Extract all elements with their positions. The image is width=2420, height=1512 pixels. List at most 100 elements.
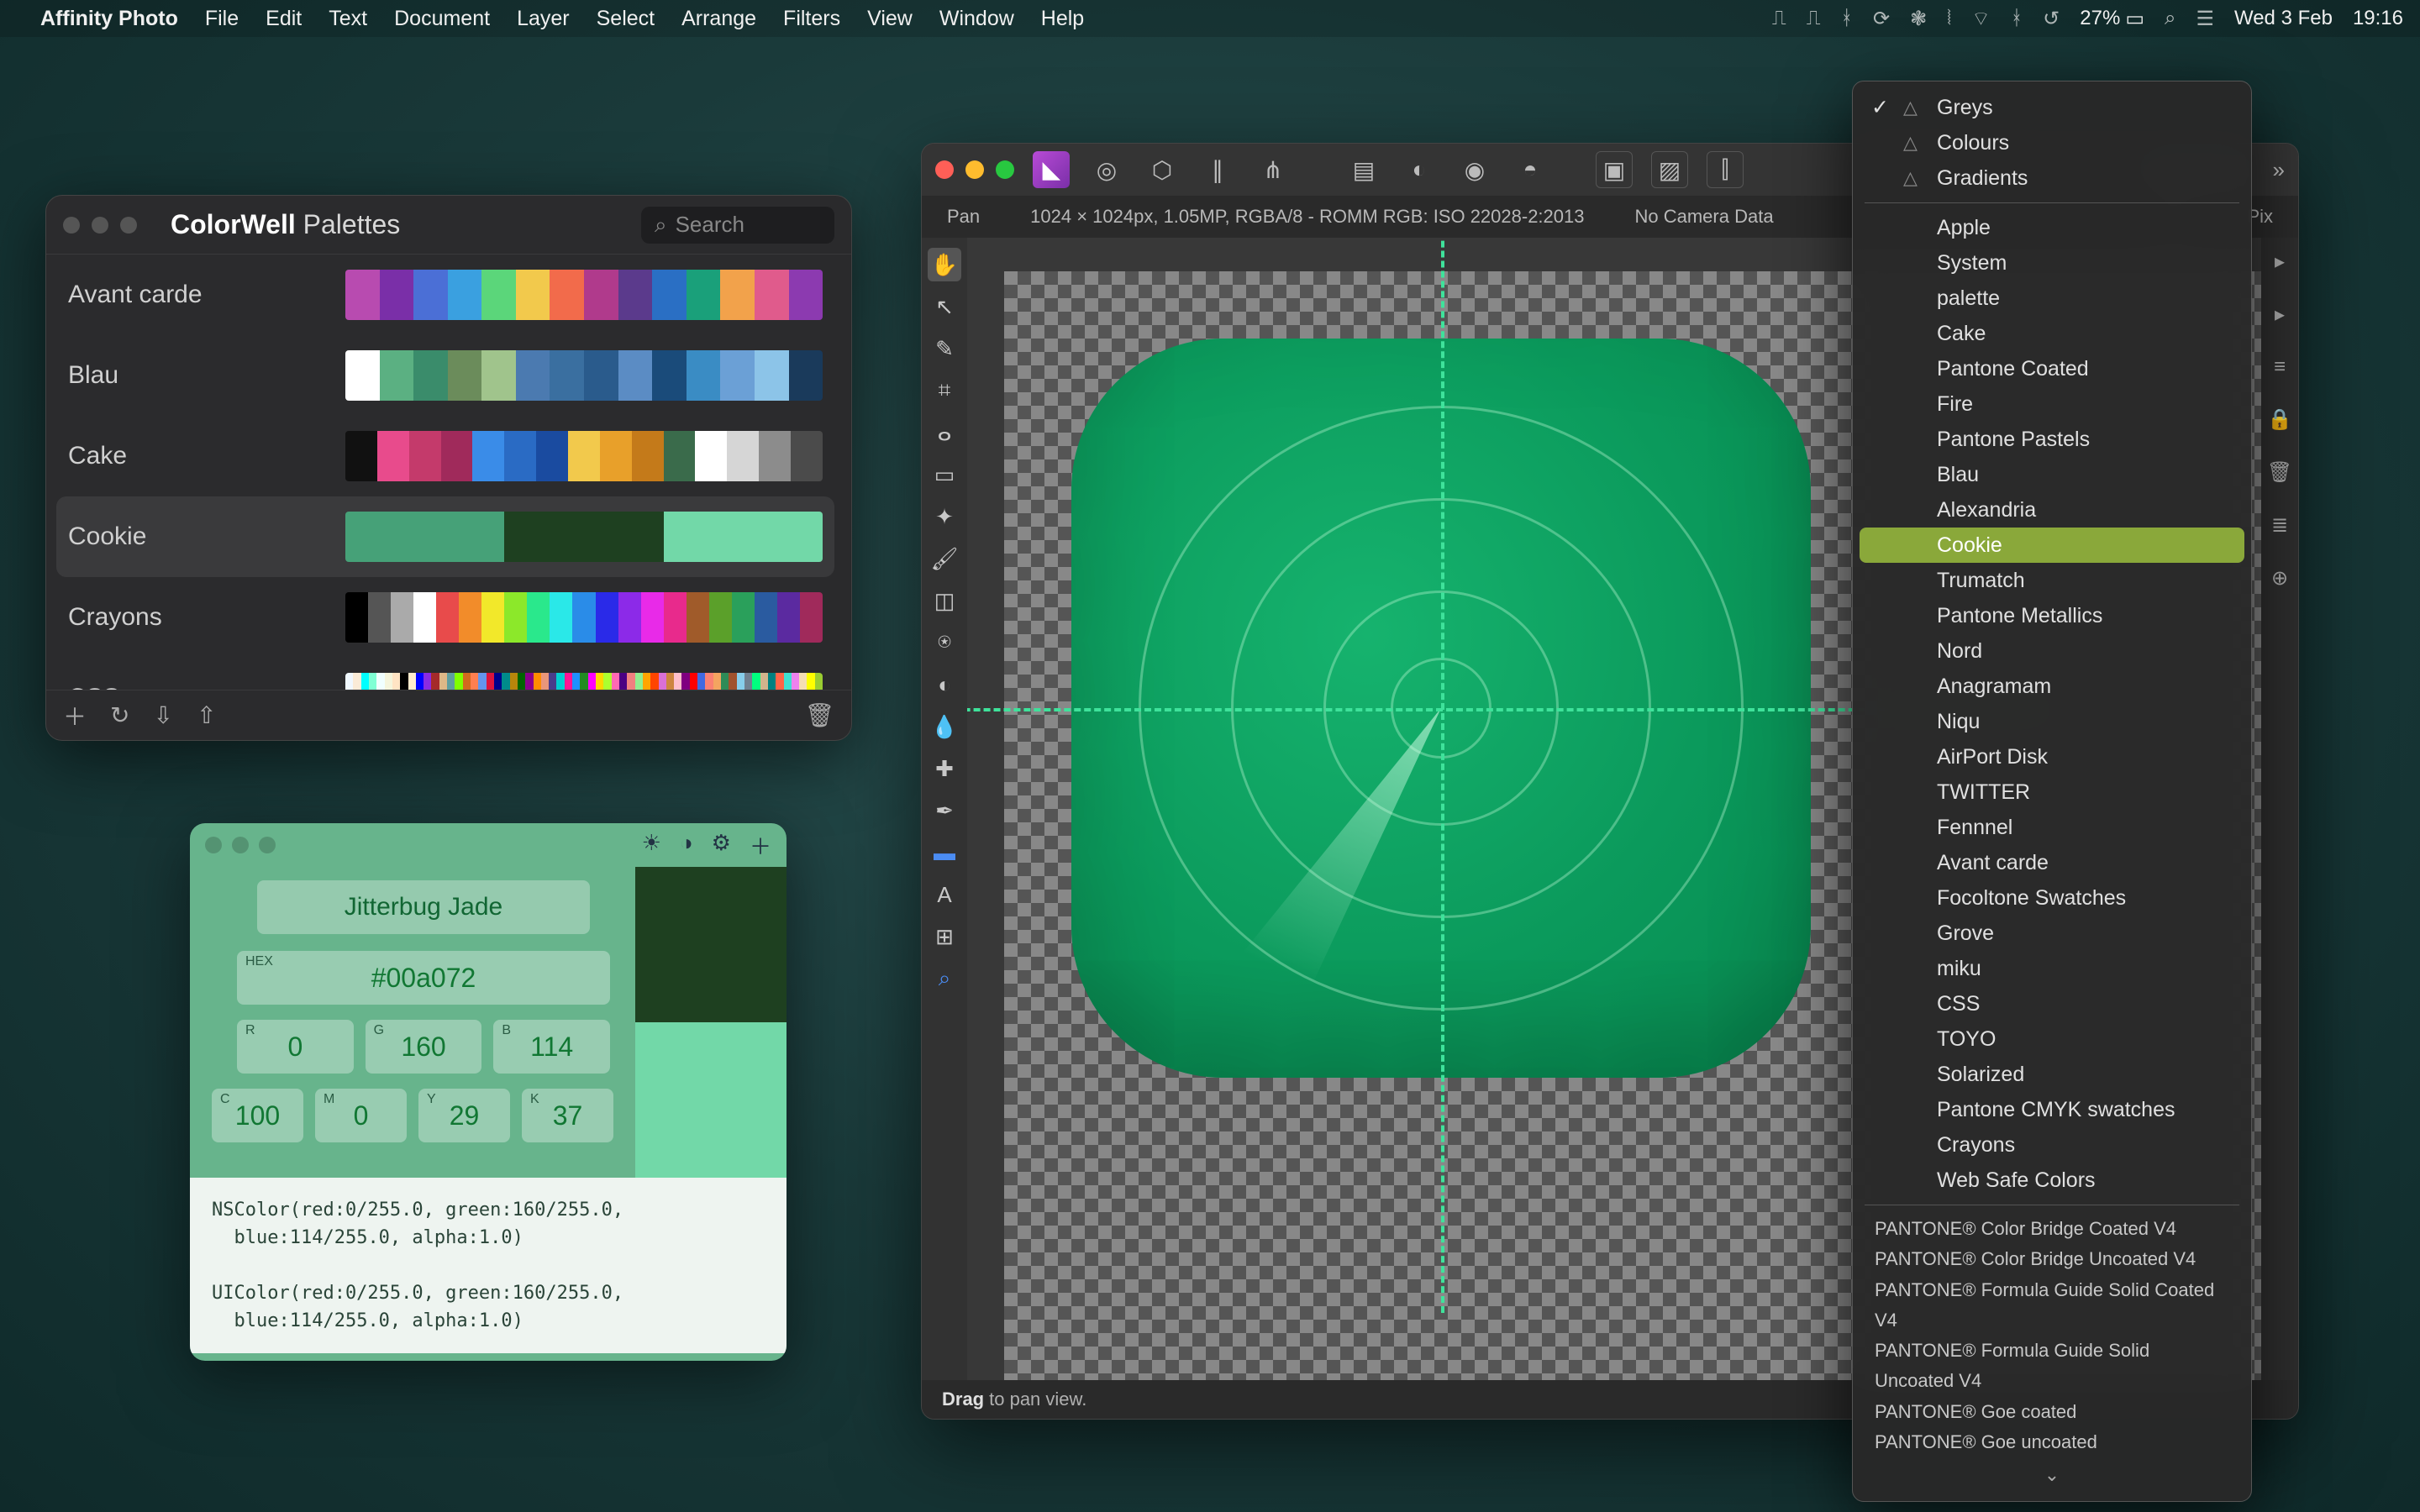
palette-row[interactable]: Blau [56,335,834,416]
levels-icon[interactable]: ⫿ [1707,151,1744,188]
dropdown-item[interactable]: ✓△Greys [1860,90,2244,125]
menu-window[interactable]: Window [939,7,1014,31]
pantone-item[interactable]: PANTONE® Goe uncoated [1875,1427,2229,1457]
persona-tone-icon[interactable]: ⋔ [1255,151,1292,188]
erase-tool[interactable]: ◫ [928,584,961,617]
text-tool[interactable]: A [928,878,961,911]
minimize-button[interactable] [92,217,108,234]
persona-develop-icon[interactable]: ∥ [1199,151,1236,188]
persona-photo-icon[interactable]: ◎ [1088,151,1125,188]
palette-row[interactable]: Cookie [56,496,834,577]
healing-tool[interactable]: ✚ [928,752,961,785]
export-button[interactable]: ⇧ [197,701,216,729]
selection-brush-tool[interactable]: ⴰ [928,416,961,449]
close-button[interactable] [63,217,80,234]
refresh-button[interactable]: ↻ [110,701,129,729]
contrast-icon[interactable]: ◐ [1401,151,1438,188]
panel-toggle-icon[interactable]: ▸ [2275,249,2285,274]
toolbar-overflow-icon[interactable]: » [2273,157,2285,183]
dropdown-item[interactable]: Avant carde [1860,845,2244,880]
minimize-button[interactable] [965,160,984,179]
bluetooth-icon[interactable]: ᚼ [2011,7,2023,30]
menu-view[interactable]: View [867,7,913,31]
colorwell-detail-titlebar[interactable]: ☀ ◑ ⚙ ＋ [190,823,786,867]
guide-vertical[interactable] [1441,238,1444,1313]
sync2-icon[interactable]: ❃ [1910,7,1927,31]
panel-toggle-icon[interactable]: ⊕ [2271,566,2288,591]
marquee-icon[interactable]: ▣ [1596,151,1633,188]
dropdown-item[interactable]: △Colours [1860,125,2244,160]
swatches-icon[interactable]: ▤ [1345,151,1382,188]
dropdown-item[interactable]: Pantone Pastels [1860,422,2244,457]
blur-tool[interactable]: 💧 [928,710,961,743]
menubar-time[interactable]: 19:16 [2353,7,2403,30]
menu-arrange[interactable]: Arrange [681,7,756,31]
menubar-extra-icon[interactable]: ⎍ [1772,7,1786,30]
dropdown-item[interactable]: miku [1860,951,2244,986]
dropdown-item[interactable]: Cookie [1860,528,2244,563]
palette-row[interactable]: Cake [56,416,834,496]
add-palette-button[interactable]: ＋ [63,699,87,732]
pantone-item[interactable]: PANTONE® Color Bridge Uncoated V4 [1875,1244,2229,1274]
flood-select-tool[interactable]: ✦ [928,500,961,533]
palette-row[interactable]: Avant carde [56,255,834,335]
dropdown-item[interactable]: AirPort Disk [1860,739,2244,774]
pantone-item[interactable]: PANTONE® Color Bridge Coated V4 [1875,1214,2229,1244]
palette-row[interactable]: Crayons [56,577,834,658]
crop-guide-icon[interactable]: ▨ [1651,151,1688,188]
hue-icon[interactable]: ◉ [1456,151,1493,188]
dropdown-item[interactable]: Pantone CMYK swatches [1860,1092,2244,1127]
paint-brush-tool[interactable]: 🖌 [928,542,961,575]
gear-icon[interactable]: ⚙ [712,830,731,861]
trash-button[interactable]: 🗑 [804,701,834,729]
menubar-extra-icon[interactable]: ⎍ [1807,7,1821,30]
spotlight-icon[interactable]: ⌕ [2165,7,2175,30]
dropdown-item[interactable]: CSS [1860,986,2244,1021]
color-name[interactable]: Jitterbug Jade [257,880,590,934]
close-button[interactable] [935,160,954,179]
menu-select[interactable]: Select [597,7,655,31]
zoom-button[interactable] [996,160,1014,179]
dropdown-item[interactable]: Pantone Coated [1860,351,2244,386]
battery-status[interactable]: 27%▭ [2080,7,2144,31]
dropdown-item[interactable]: Pantone Metallics [1860,598,2244,633]
zoom-button[interactable] [120,217,137,234]
dropdown-item[interactable]: Anagramam [1860,669,2244,704]
mesh-tool[interactable]: ⊞ [928,920,961,953]
gradient-icon[interactable]: ◓ [1512,151,1549,188]
control-center-icon[interactable]: ☰ [2196,7,2214,31]
color-picker-tool[interactable]: ✎ [928,332,961,365]
panel-toggle-icon[interactable]: 🗑 [2267,460,2292,485]
menu-document[interactable]: Document [394,7,490,31]
colorwell-search[interactable]: ⌕ Search [641,207,834,244]
pantone-item[interactable]: PANTONE® Goe coated [1875,1397,2229,1427]
close-button[interactable] [205,837,222,853]
dropdown-item[interactable]: Nord [1860,633,2244,669]
menu-file[interactable]: File [205,7,239,31]
menu-layer[interactable]: Layer [517,7,570,31]
dropdown-item[interactable]: TWITTER [1860,774,2244,810]
dropdown-item[interactable]: Crayons [1860,1127,2244,1163]
colorwell-titlebar[interactable]: ColorWell Palettes ⌕ Search [46,196,851,255]
hex-value[interactable]: #00a072 [237,951,610,1005]
panel-toggle-icon[interactable]: 🔒 [2267,407,2292,432]
shape-tool[interactable]: ▬ [928,836,961,869]
wifi2-icon[interactable]: ⦚ [1947,7,1951,30]
dropdown-item[interactable]: Cake [1860,316,2244,351]
scroll-down-icon[interactable]: ⌄ [1860,1464,2244,1486]
dropdown-item[interactable]: Fire [1860,386,2244,422]
dropdown-item[interactable]: System [1860,245,2244,281]
dropdown-item[interactable]: palette [1860,281,2244,316]
import-button[interactable]: ⇩ [153,701,172,729]
dropdown-item[interactable]: Solarized [1860,1057,2244,1092]
dropdown-item[interactable]: △Gradients [1860,160,2244,196]
view-tool[interactable]: ⌕ [928,962,961,995]
panel-toggle-icon[interactable]: ▸ [2275,302,2285,327]
panel-toggle-icon[interactable]: ≡ [2274,355,2286,379]
dropdown-item[interactable]: Alexandria [1860,492,2244,528]
pantone-item[interactable]: PANTONE® Formula Guide Solid Coated V4 [1875,1275,2229,1336]
dropdown-item[interactable]: Apple [1860,210,2244,245]
palette-list[interactable]: Avant cardeBlauCakeCookieCrayonsCSS [46,255,851,690]
pantone-item[interactable]: PANTONE® Formula Guide Solid Uncoated V4 [1875,1336,2229,1397]
dodge-tool[interactable]: ◐ [928,668,961,701]
